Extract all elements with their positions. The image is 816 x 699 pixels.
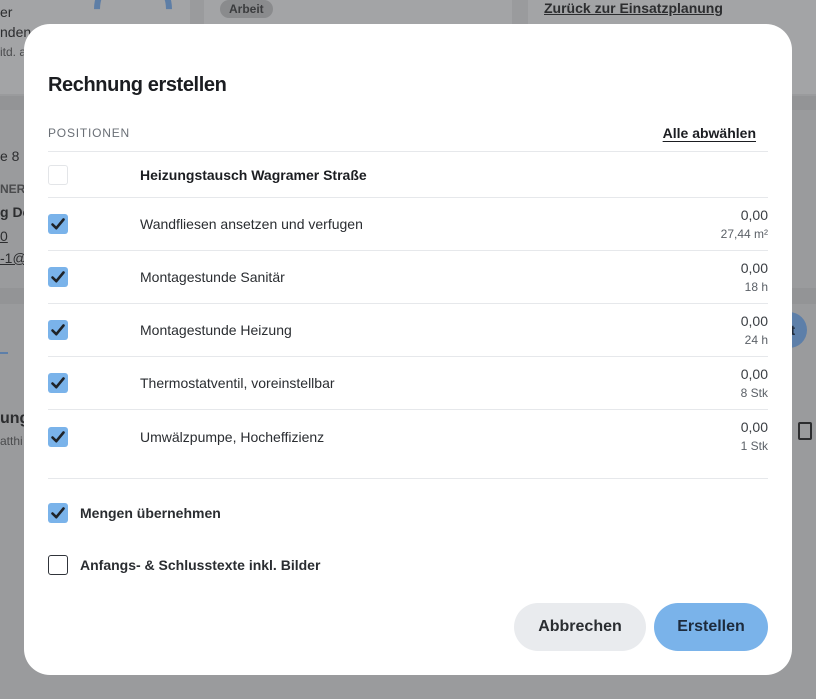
create-button[interactable]: Erstellen xyxy=(654,603,768,651)
position-row: Montagestunde Heizung 0,00 24 h xyxy=(48,304,768,357)
positions-label: POSITIONEN xyxy=(48,125,131,140)
deselect-all-link[interactable]: Alle abwählen xyxy=(663,125,768,141)
position-amount: 0,00 24 h xyxy=(741,313,768,348)
bg-text[interactable]: 0 xyxy=(0,228,8,244)
position-checkbox[interactable] xyxy=(48,320,68,340)
bg-text: er xyxy=(0,4,13,20)
position-price: 0,00 xyxy=(740,365,768,382)
position-name: Montagestunde Sanitär xyxy=(140,269,285,285)
intro-outro-texts-label[interactable]: Anfangs- & Schlusstexte inkl. Bilder xyxy=(80,557,320,573)
check-icon xyxy=(51,324,65,336)
positions-list: Heizungstausch Wagramer Straße Wandflies… xyxy=(48,153,768,463)
dialog-title: Rechnung erstellen xyxy=(48,74,227,96)
bg-text: NER xyxy=(0,182,26,196)
position-checkbox[interactable] xyxy=(48,373,68,393)
bg-tab-underline xyxy=(0,352,8,354)
position-quantity: 8 Stk xyxy=(740,385,768,400)
position-amount: 0,00 8 Stk xyxy=(741,366,768,401)
position-name: Thermostatventil, voreinstellbar xyxy=(140,375,335,391)
positions-header: POSITIONEN Alle abwählen xyxy=(48,114,768,152)
document-icon xyxy=(798,422,812,440)
intro-outro-texts-option[interactable]: Anfangs- & Schlusstexte inkl. Bilder xyxy=(48,555,320,575)
bg-text: e 8 xyxy=(0,148,20,164)
position-quantity: 24 h xyxy=(744,332,768,347)
position-quantity: 1 Stk xyxy=(740,439,768,453)
invoice-options: Mengen übernehmen Anfangs- & Schlusstext… xyxy=(48,478,768,575)
position-amount: 0,00 27,44 m² xyxy=(721,207,768,242)
take-quantities-checkbox[interactable] xyxy=(48,503,68,523)
group-name: Heizungstausch Wagramer Straße xyxy=(140,167,367,183)
dialog-actions: Abbrechen Erstellen xyxy=(514,603,768,651)
group-checkbox[interactable] xyxy=(48,165,68,185)
position-row: Umwälzpumpe, Hocheffizienz 0,00 1 Stk xyxy=(48,410,768,463)
take-quantities-option[interactable]: Mengen übernehmen xyxy=(48,503,221,523)
position-amount: 0,00 1 Stk xyxy=(741,419,768,454)
bg-text: atthi xyxy=(0,434,23,448)
create-invoice-dialog: Rechnung erstellen POSITIONEN Alle abwäh… xyxy=(24,24,792,675)
check-icon xyxy=(51,507,65,519)
position-checkbox[interactable] xyxy=(48,267,68,287)
bg-status-pill: Arbeit xyxy=(220,0,273,18)
bg-text: itd. a xyxy=(0,45,27,59)
position-quantity: 18 h xyxy=(744,279,768,294)
position-amount: 0,00 18 h xyxy=(741,260,768,295)
position-price: 0,00 xyxy=(740,312,768,329)
cancel-button[interactable]: Abbrechen xyxy=(514,603,646,651)
position-price: 0,00 xyxy=(740,419,768,435)
position-row: Thermostatventil, voreinstellbar 0,00 8 … xyxy=(48,357,768,410)
bg-text[interactable]: -1@ xyxy=(0,250,27,266)
position-row: Montagestunde Sanitär 0,00 18 h xyxy=(48,251,768,304)
position-price: 0,00 xyxy=(740,259,768,276)
position-group-row: Heizungstausch Wagramer Straße xyxy=(48,153,768,198)
position-name: Umwälzpumpe, Hocheffizienz xyxy=(140,428,325,445)
check-icon xyxy=(51,430,65,442)
position-name: Montagestunde Heizung xyxy=(140,322,292,338)
bg-back-link[interactable]: Zurück zur Einsatzplanung xyxy=(544,0,723,16)
position-quantity: 27,44 m² xyxy=(720,226,768,241)
position-name: Wandfliesen ansetzen und verfugen xyxy=(140,216,363,232)
check-icon xyxy=(51,377,65,389)
check-icon xyxy=(51,271,65,283)
check-icon xyxy=(51,218,65,230)
position-checkbox[interactable] xyxy=(48,426,68,447)
position-row: Wandfliesen ansetzen und verfugen 0,00 2… xyxy=(48,198,768,251)
position-checkbox[interactable] xyxy=(48,214,68,234)
position-price: 0,00 xyxy=(740,206,768,223)
intro-outro-texts-checkbox[interactable] xyxy=(48,555,68,575)
take-quantities-label[interactable]: Mengen übernehmen xyxy=(80,505,221,521)
